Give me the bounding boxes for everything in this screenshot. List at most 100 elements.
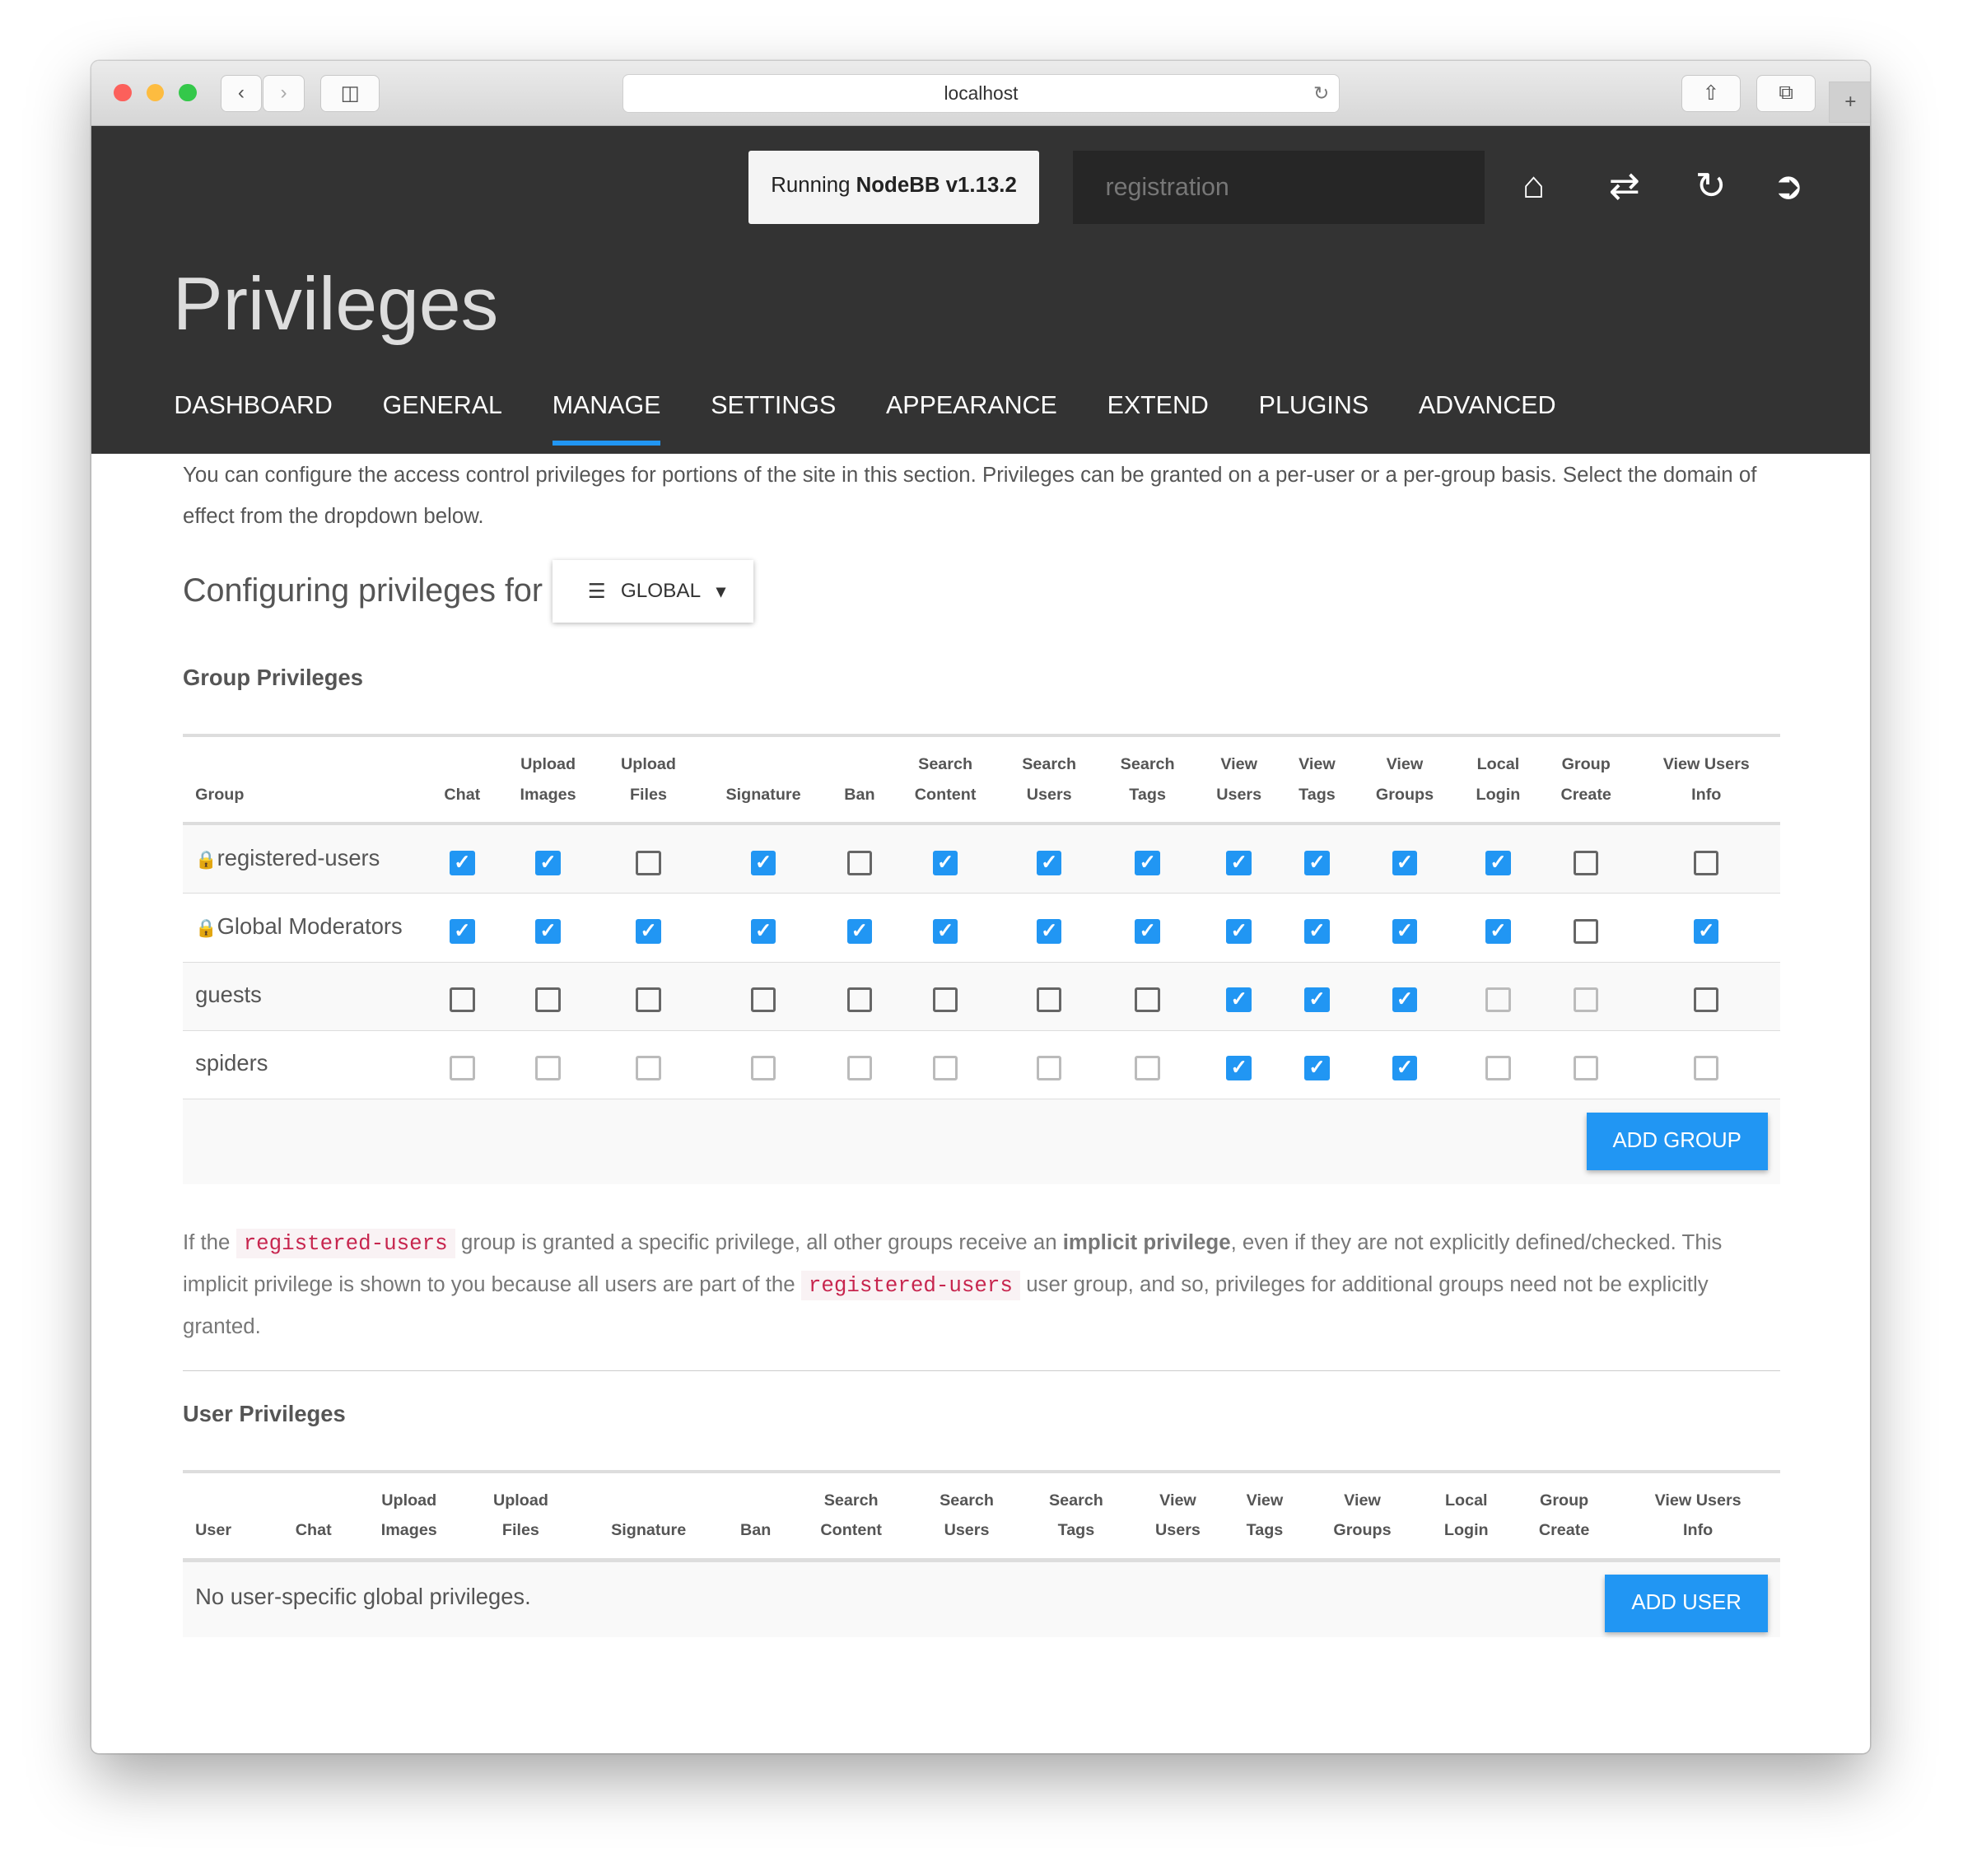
privilege-cell: ✓ <box>1196 1029 1281 1099</box>
privilege-cell <box>1456 961 1540 1031</box>
privilege-checkbox[interactable]: ✓ <box>1036 850 1062 876</box>
header-line: Search <box>1120 755 1175 774</box>
privilege-checkbox[interactable]: ✓ <box>1304 918 1330 945</box>
privilege-checkbox <box>1573 1055 1599 1081</box>
minimize-window-button[interactable] <box>146 83 165 102</box>
header-line: Files <box>629 785 667 804</box>
restart-icon[interactable]: ↻ <box>1695 164 1727 208</box>
maximize-window-button[interactable] <box>179 83 197 102</box>
privilege-checkbox[interactable] <box>1135 987 1160 1013</box>
privilege-checkbox[interactable] <box>846 987 873 1013</box>
privilege-checkbox[interactable]: ✓ <box>535 918 561 945</box>
header-line: View <box>1246 1491 1284 1510</box>
privilege-checkbox[interactable]: ✓ <box>1694 918 1719 945</box>
privilege-checkbox[interactable]: ✓ <box>932 918 958 945</box>
privilege-checkbox[interactable]: ✓ <box>636 918 661 945</box>
search-input[interactable]: registration <box>1072 151 1485 224</box>
nav-tab-plugins[interactable]: PLUGINS <box>1259 391 1369 445</box>
privilege-checkbox[interactable]: ✓ <box>1392 918 1418 945</box>
privilege-checkbox[interactable]: ✓ <box>932 850 958 876</box>
privilege-cell: ✓ <box>1352 823 1457 894</box>
header-line: Create <box>1538 1521 1590 1540</box>
privilege-checkbox[interactable] <box>1036 987 1062 1013</box>
group-code: registered-users <box>235 1228 455 1258</box>
privilege-checkbox[interactable] <box>1573 850 1599 876</box>
privilege-checkbox[interactable]: ✓ <box>1304 1055 1330 1081</box>
page-title: Privileges <box>172 262 499 347</box>
privilege-cell <box>1539 893 1633 962</box>
privilege-checkbox[interactable] <box>846 850 873 876</box>
privilege-checkbox[interactable] <box>535 987 561 1013</box>
privilege-checkbox[interactable] <box>750 987 776 1013</box>
domain-dropdown[interactable]: ☰ GLOBAL ▾ <box>553 559 754 623</box>
privilege-checkbox[interactable]: ✓ <box>1036 918 1062 945</box>
privilege-checkbox[interactable]: ✓ <box>1392 1055 1418 1081</box>
header-line: Images <box>380 1521 437 1540</box>
nav-tab-manage[interactable]: MANAGE <box>552 391 661 446</box>
privilege-checkbox[interactable] <box>932 987 958 1013</box>
dropdown-value: GLOBAL <box>620 579 702 602</box>
privilege-cell <box>828 823 891 894</box>
privilege-checkbox[interactable]: ✓ <box>1485 918 1511 945</box>
header-line: Users <box>1026 785 1072 804</box>
privilege-checkbox[interactable] <box>1573 918 1599 945</box>
sidebar-toggle-icon[interactable]: ◫ <box>320 75 380 112</box>
header-line: Upload <box>621 755 676 774</box>
privilege-checkbox[interactable]: ✓ <box>1392 850 1418 876</box>
privilege-cell: ✓ <box>427 823 498 894</box>
header-line: Upload <box>381 1491 437 1510</box>
header-line: Chat <box>295 1521 332 1540</box>
header-line: Groups <box>1333 1521 1392 1540</box>
privilege-checkbox[interactable]: ✓ <box>450 918 475 945</box>
privilege-cell <box>1632 1029 1780 1099</box>
new-tab-icon[interactable]: + <box>1829 81 1871 124</box>
privilege-checkbox[interactable]: ✓ <box>1485 850 1511 876</box>
privilege-checkbox[interactable] <box>636 987 661 1013</box>
privilege-checkbox[interactable]: ✓ <box>750 850 776 876</box>
privilege-checkbox[interactable]: ✓ <box>1226 850 1252 876</box>
privilege-checkbox[interactable]: ✓ <box>535 850 561 876</box>
privilege-checkbox[interactable] <box>636 850 661 876</box>
tabs-overview-icon[interactable]: ⧉ <box>1756 75 1816 112</box>
address-bar[interactable]: localhost ↻ <box>622 73 1341 114</box>
privilege-checkbox[interactable]: ✓ <box>846 918 873 945</box>
privilege-checkbox[interactable] <box>1694 850 1719 876</box>
privilege-cell: ✓ <box>1632 893 1780 962</box>
header-line: Tags <box>1129 785 1166 804</box>
nav-tab-extend[interactable]: EXTEND <box>1107 391 1209 445</box>
forward-icon[interactable]: › <box>263 75 305 112</box>
nav-tab-advanced[interactable]: ADVANCED <box>1419 391 1556 445</box>
lock-icon: 🔒 <box>195 850 217 870</box>
privilege-checkbox[interactable] <box>1694 987 1719 1013</box>
nav-tab-general[interactable]: GENERAL <box>383 391 502 445</box>
close-window-button[interactable] <box>114 83 132 102</box>
privilege-checkbox[interactable]: ✓ <box>450 850 475 876</box>
privilege-checkbox[interactable]: ✓ <box>1304 987 1330 1013</box>
back-icon[interactable]: ‹ <box>220 75 263 112</box>
privilege-checkbox[interactable]: ✓ <box>1135 918 1160 945</box>
user-privileges-table: User Chat Upload Images Upload Files Signature… <box>182 1469 1780 1562</box>
reload-page-icon[interactable]: ↻ <box>1313 75 1329 113</box>
privilege-checkbox[interactable]: ✓ <box>1226 1055 1252 1081</box>
sync-icon[interactable]: ⇄ <box>1609 164 1640 208</box>
header-line: Tags <box>1246 1521 1284 1540</box>
header-line: Ban <box>844 785 875 804</box>
nav-tab-appearance[interactable]: APPEARANCE <box>886 391 1057 445</box>
home-icon[interactable]: ⌂ <box>1522 164 1546 207</box>
privilege-checkbox[interactable]: ✓ <box>1392 987 1418 1013</box>
privilege-checkbox[interactable]: ✓ <box>1304 850 1330 876</box>
nav-tab-settings[interactable]: SETTINGS <box>711 391 836 445</box>
column-header: Search Users <box>912 1471 1022 1562</box>
nav-tab-dashboard[interactable]: DASHBOARD <box>174 391 333 445</box>
share-icon[interactable]: ⇧ <box>1681 75 1741 112</box>
add-user-button[interactable]: ADD USER <box>1605 1575 1768 1633</box>
privilege-checkbox[interactable]: ✓ <box>1135 850 1160 876</box>
privilege-checkbox[interactable] <box>450 987 475 1013</box>
privilege-checkbox[interactable]: ✓ <box>750 918 776 945</box>
privilege-checkbox[interactable]: ✓ <box>1226 918 1252 945</box>
group-row: 🔒Global Moderators ✓ ✓ ✓ ✓ ✓ ✓ ✓ ✓ ✓ ✓ ✓ ✓ ✓ <box>182 893 1780 962</box>
privilege-checkbox[interactable]: ✓ <box>1226 987 1252 1013</box>
header-line: View <box>1299 755 1336 774</box>
add-group-button[interactable]: ADD GROUP <box>1586 1113 1768 1171</box>
logout-icon[interactable]: ➲ <box>1773 164 1804 208</box>
